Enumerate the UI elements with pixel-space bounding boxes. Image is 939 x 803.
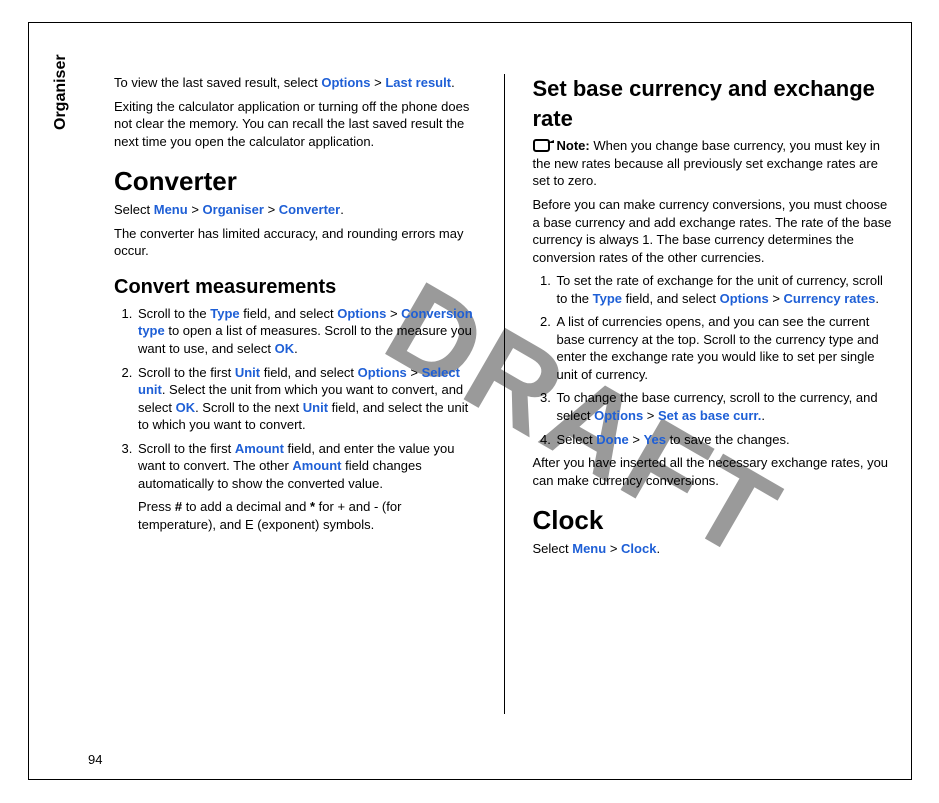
- converter-heading: Converter: [114, 164, 476, 199]
- list-item: A list of currencies opens, and you can …: [555, 313, 895, 383]
- menu-link: Menu: [572, 541, 606, 556]
- currency-steps-list: To set the rate of exchange for the unit…: [555, 272, 895, 448]
- text: . Scroll to the next: [195, 400, 303, 415]
- list-item: Scroll to the Type field, and select Opt…: [136, 305, 476, 358]
- text: .: [761, 408, 765, 423]
- set-base-curr-link: Set as base curr.: [658, 408, 761, 423]
- text: .: [875, 291, 879, 306]
- options-link: Options: [337, 306, 386, 321]
- list-item: Select Done > Yes to save the changes.: [555, 431, 895, 449]
- options-link: Options: [321, 75, 370, 90]
- text: field, and select: [240, 306, 338, 321]
- unit-link: Unit: [235, 365, 260, 380]
- text: to open a list of measures. Scroll to th…: [138, 323, 472, 356]
- left-column: To view the last saved result, select Op…: [114, 74, 476, 714]
- calc-memory-paragraph: Exiting the calculator application or tu…: [114, 98, 476, 151]
- separator: >: [606, 541, 621, 556]
- convert-measurements-heading: Convert measurements: [114, 274, 476, 301]
- separator: >: [643, 408, 658, 423]
- separator: >: [769, 291, 784, 306]
- text: to save the changes.: [666, 432, 790, 447]
- text: field, and select: [622, 291, 720, 306]
- converter-accuracy-paragraph: The converter has limited accuracy, and …: [114, 225, 476, 260]
- list-item: Scroll to the first Unit field, and sele…: [136, 364, 476, 434]
- column-divider: [504, 74, 505, 714]
- page-number: 94: [88, 751, 102, 769]
- yes-link: Yes: [644, 432, 666, 447]
- clock-path-paragraph: Select Menu > Clock.: [533, 540, 895, 558]
- ok-link: OK: [275, 341, 295, 356]
- type-link: Type: [593, 291, 622, 306]
- text: Scroll to the first: [138, 441, 235, 456]
- sub-paragraph: Press # to add a decimal and * for + and…: [138, 498, 476, 533]
- converter-path-paragraph: Select Menu > Organiser > Converter.: [114, 201, 476, 219]
- menu-link: Menu: [154, 202, 188, 217]
- options-link: Options: [594, 408, 643, 423]
- organiser-link: Organiser: [203, 202, 264, 217]
- separator: >: [407, 365, 422, 380]
- options-link: Options: [358, 365, 407, 380]
- separator: >: [188, 202, 203, 217]
- text: .: [294, 341, 298, 356]
- converter-link: Converter: [279, 202, 340, 217]
- convert-steps-list: Scroll to the Type field, and select Opt…: [136, 305, 476, 534]
- note-icon: [533, 137, 555, 153]
- text: To view the last saved result, select: [114, 75, 321, 90]
- text: Press: [138, 499, 175, 514]
- base-currency-heading: Set base currency and exchange rate: [533, 74, 895, 133]
- hash-key: #: [175, 499, 182, 514]
- type-link: Type: [210, 306, 239, 321]
- unit-link: Unit: [303, 400, 328, 415]
- separator: >: [629, 432, 644, 447]
- ok-link: OK: [176, 400, 196, 415]
- currency-rates-link: Currency rates: [784, 291, 876, 306]
- list-item: To set the rate of exchange for the unit…: [555, 272, 895, 307]
- text: Scroll to the: [138, 306, 210, 321]
- clock-link: Clock: [621, 541, 656, 556]
- calc-last-result-paragraph: To view the last saved result, select Op…: [114, 74, 476, 92]
- section-label: Organiser: [50, 54, 72, 130]
- text: .: [451, 75, 455, 90]
- separator: >: [264, 202, 279, 217]
- text: to add a decimal and: [182, 499, 310, 514]
- text: Scroll to the first: [138, 365, 235, 380]
- list-item: Scroll to the first Amount field, and en…: [136, 440, 476, 534]
- options-link: Options: [720, 291, 769, 306]
- note-paragraph: Note: When you change base currency, you…: [533, 137, 895, 190]
- content-area: To view the last saved result, select Op…: [114, 74, 894, 714]
- after-rates-paragraph: After you have inserted all the necessar…: [533, 454, 895, 489]
- amount-link: Amount: [292, 458, 341, 473]
- note-label: Note:: [557, 138, 590, 153]
- clock-heading: Clock: [533, 503, 895, 538]
- last-result-link: Last result: [385, 75, 451, 90]
- separator: >: [370, 75, 385, 90]
- list-item: To change the base currency, scroll to t…: [555, 389, 895, 424]
- text: .: [340, 202, 344, 217]
- right-column: Set base currency and exchange rate Note…: [533, 74, 895, 714]
- done-link: Done: [596, 432, 629, 447]
- text: Select: [533, 541, 573, 556]
- separator: >: [386, 306, 401, 321]
- text: .: [656, 541, 660, 556]
- base-currency-intro: Before you can make currency conversions…: [533, 196, 895, 266]
- text: field, and select: [260, 365, 358, 380]
- amount-link: Amount: [235, 441, 284, 456]
- text: Select: [114, 202, 154, 217]
- text: Select: [557, 432, 597, 447]
